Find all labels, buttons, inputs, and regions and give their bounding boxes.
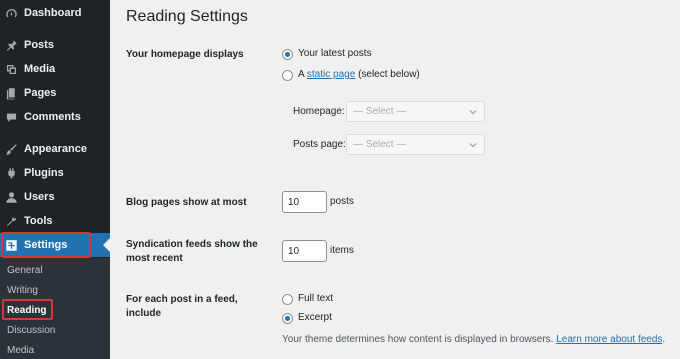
active-menu-arrow [103,238,110,252]
syndication-label: Syndication feeds show the most recent [126,239,258,264]
feed-include-label: For each post in a feed, include [126,294,238,319]
menu-item-users[interactable]: Users [0,185,110,209]
static-page-label: A static page (select below) [298,69,420,80]
homepage-select[interactable]: — Select — [346,101,485,122]
dashboard-icon [4,6,18,20]
latest-posts-label: Your latest posts [298,48,372,59]
page-title: Reading Settings [126,8,248,25]
full-text-radio[interactable] [282,294,293,305]
menu-item-appearance[interactable]: Appearance [0,137,110,161]
syndication-unit: items [330,245,354,256]
chevron-down-icon [468,140,478,150]
menu-item-plugins[interactable]: Plugins [0,161,110,185]
pin-icon [4,38,18,52]
posts-page-select-label: Posts page: [293,139,346,150]
menu-item-posts[interactable]: Posts [0,33,110,57]
excerpt-label: Excerpt [298,312,332,323]
wrench-icon [4,214,18,228]
excerpt-radio[interactable] [282,313,293,324]
homepage-displays-label: Your homepage displays [126,49,244,60]
learn-more-feeds-link[interactable]: Learn more about feeds [556,334,662,345]
comments-icon [4,110,18,124]
menu-item-media[interactable]: Media [0,57,110,81]
posts-page-select[interactable]: — Select — [346,134,485,155]
plugin-icon [4,166,18,180]
feed-description: Your theme determines how content is dis… [282,334,666,345]
blog-pages-label: Blog pages show at most [126,197,247,208]
reading-highlight-box [2,299,53,320]
syndication-input[interactable]: 10 [282,240,327,262]
static-page-link[interactable]: static page [307,69,355,80]
menu-label: Comments [24,111,81,123]
settings-highlight-box [1,232,91,258]
main-content: Reading Settings Your homepage displays … [110,0,680,359]
menu-item-pages[interactable]: Pages [0,81,110,105]
menu-label: Plugins [24,167,64,179]
static-page-radio[interactable] [282,70,293,81]
pages-icon [4,86,18,100]
menu-label: Dashboard [24,7,82,19]
admin-sidebar: Dashboard Posts Media Pages Comments App… [0,0,110,359]
menu-item-dashboard[interactable]: Dashboard [0,1,110,25]
homepage-select-label: Homepage: [293,106,345,117]
submenu-item-discussion[interactable]: Discussion [7,325,55,336]
chevron-down-icon [468,107,478,117]
menu-item-comments[interactable]: Comments [0,105,110,129]
submenu-item-writing[interactable]: Writing [7,285,38,296]
menu-label: Appearance [24,143,87,155]
menu-item-tools[interactable]: Tools [0,209,110,233]
latest-posts-radio[interactable] [282,49,293,60]
menu-label: Pages [24,87,57,99]
menu-label: Media [24,63,56,75]
blog-pages-unit: posts [330,196,354,207]
user-icon [4,190,18,204]
menu-label: Posts [24,39,54,51]
brush-icon [4,142,18,156]
menu-label: Users [24,191,55,203]
submenu-item-media[interactable]: Media [7,345,34,356]
menu-label: Tools [24,215,53,227]
blog-pages-input[interactable]: 10 [282,191,327,213]
media-icon [4,62,18,76]
full-text-label: Full text [298,293,334,304]
submenu-item-general[interactable]: General [7,265,43,276]
